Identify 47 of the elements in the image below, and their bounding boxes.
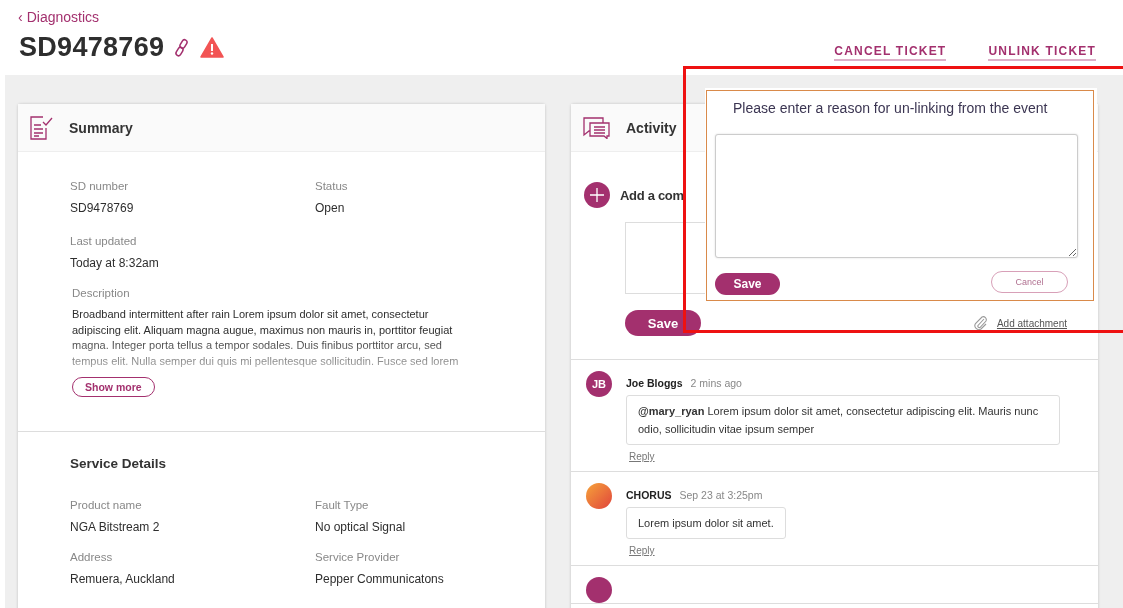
field-value: Remuera, Auckland <box>70 572 176 586</box>
description-text: Broadband intermittent after rain Lorem ipsum dolor sit amet, consectetur adipiscing elit. Aliquam magna augue, maximus non mauris in, porttitor feugiat magna. Integer porta tellus a tempor sodales. Duis finibus porttitor arcu, sed tempus elit. Nulla semper dui quis mi pellentesque sollicitudin. Fusce sed lorem <box>72 307 460 369</box>
field-label: Description <box>72 287 131 299</box>
comment-text: Lorem ipsum dolor sit amet. <box>626 507 786 539</box>
dialog-prompt: Please enter a reason for un-linking from the event <box>733 100 1049 116</box>
field-value: Pepper Communicatons <box>315 572 445 586</box>
section-title: Service Details <box>70 456 168 471</box>
ticket-title: SD9478769 <box>19 32 165 63</box>
field-value: NGA Bitstream 2 <box>70 520 161 534</box>
field-value: Today at 8:32am <box>70 256 160 270</box>
add-icon[interactable] <box>584 182 610 208</box>
card-title: Activity <box>626 119 677 136</box>
link-icon[interactable] <box>174 37 191 58</box>
avatar <box>586 577 612 603</box>
comment-author: Joe Bloggs <box>626 377 683 389</box>
chat-icon <box>583 116 610 139</box>
reply-link[interactable]: Reply <box>629 451 655 462</box>
save-button[interactable]: Save <box>715 273 780 295</box>
reason-field[interactable] <box>715 134 1078 258</box>
save-button[interactable]: Save <box>625 310 701 336</box>
add-attachment-link[interactable]: Add attachment <box>996 317 1067 329</box>
comment-time: Sep 23 at 3:25pm <box>679 489 763 501</box>
reply-link[interactable]: Reply <box>629 545 655 556</box>
field-label: Product name <box>70 499 143 511</box>
card-title: Summary <box>69 119 133 136</box>
avatar: JB <box>586 371 612 397</box>
field-label: Service Provider <box>315 551 401 563</box>
comment-author: CHORUS <box>626 489 672 501</box>
field-value: SD9478769 <box>70 201 135 215</box>
show-more-button[interactable]: Show more <box>72 377 155 397</box>
add-comment-title: Add a com <box>620 187 684 203</box>
field-value: No optical Signal <box>315 520 407 534</box>
action-link[interactable]: CANCEL TICKET <box>834 44 947 61</box>
comment-text: @mary_ryan Lorem ipsum dolor sit amet, consectetur adipiscing elit. Mauris nunc odio, sollicitudin vitae ipsum semper <box>626 395 1060 445</box>
back-link[interactable]: ‹ Diagnostics <box>18 9 100 25</box>
field-label: Fault Type <box>315 499 370 511</box>
avatar <box>586 483 612 509</box>
comment-time: 2 mins ago <box>690 377 742 389</box>
field-label: Last updated <box>70 235 138 247</box>
paperclip-icon <box>972 315 989 331</box>
checklist-icon <box>30 115 53 140</box>
action-link[interactable]: UNLINK TICKET <box>988 44 1096 61</box>
cancel-button[interactable]: Cancel <box>991 271 1068 293</box>
field-value: Open <box>315 201 346 215</box>
field-label: Address <box>70 551 114 563</box>
field-label: SD number <box>70 180 130 192</box>
field-label: Status <box>315 180 349 192</box>
